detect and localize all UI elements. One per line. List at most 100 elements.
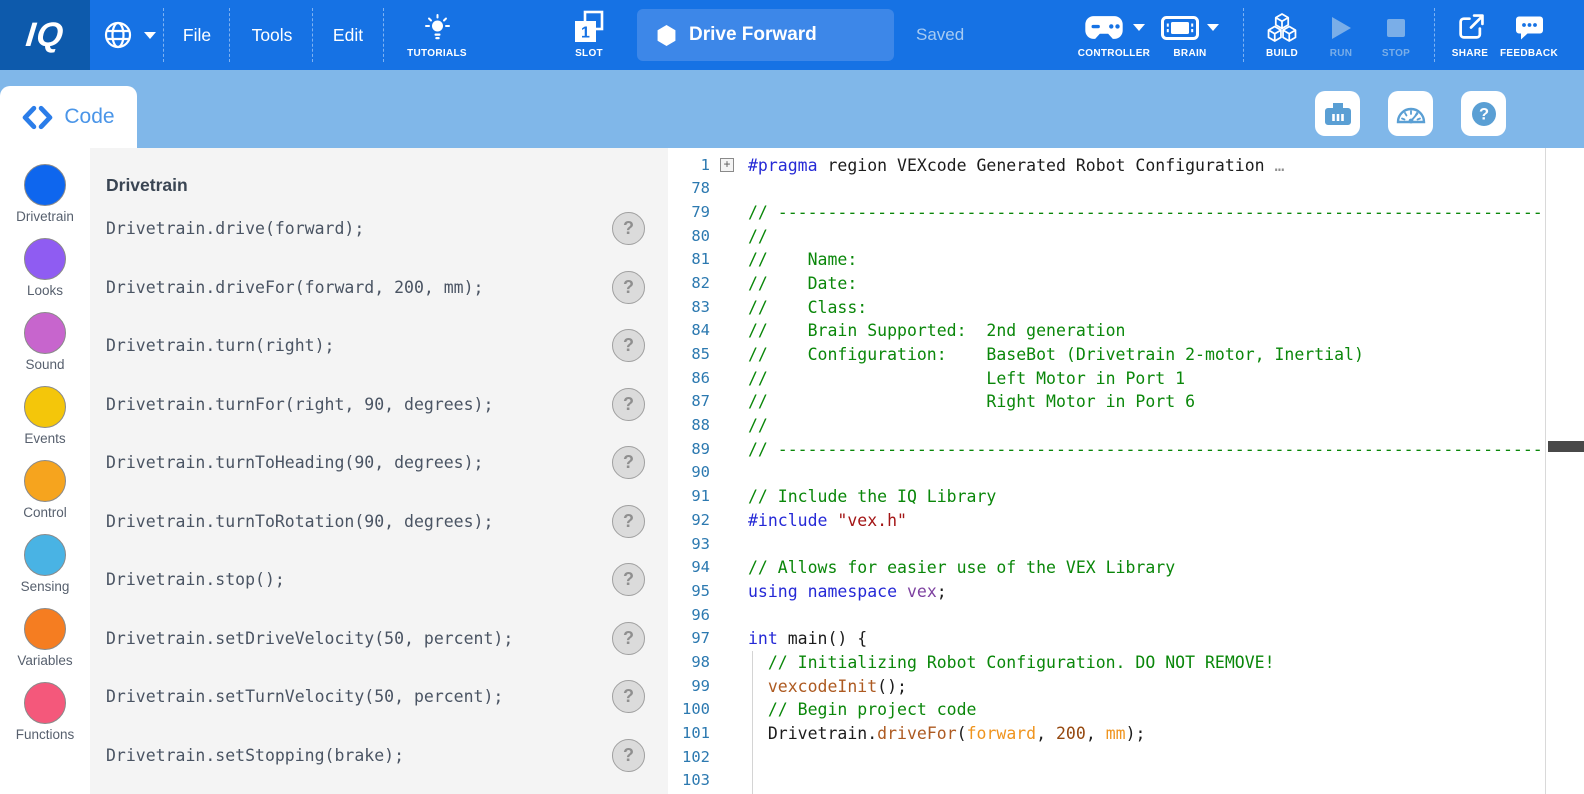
command-help-button[interactable]: ?: [612, 212, 645, 245]
code-text: // Include the IQ Library: [748, 485, 996, 509]
run-button[interactable]: RUN: [1312, 0, 1370, 70]
feedback-button[interactable]: FEEDBACK: [1496, 0, 1562, 70]
command-help-button[interactable]: ?: [612, 329, 645, 362]
project-name: Drive Forward: [689, 24, 817, 46]
code-text: // Name:: [748, 248, 857, 272]
line-number: 84: [668, 319, 710, 343]
code-line: 94 // Allows for easier use of the VEX Li…: [668, 556, 1545, 580]
code-text: //: [748, 414, 768, 438]
command-snippet[interactable]: Drivetrain.setStopping(brake);: [106, 746, 404, 765]
chevron-down-icon: [144, 32, 156, 39]
command-help-button[interactable]: ?: [612, 739, 645, 772]
code-editor[interactable]: 1+#pragma region VEXcode Generated Robot…: [668, 148, 1545, 794]
build-button[interactable]: BUILD: [1251, 0, 1313, 70]
category-control[interactable]: Control: [0, 460, 90, 534]
code-text: // Allows for easier use of the VEX Libr…: [748, 556, 1175, 580]
code-line: 88//: [668, 414, 1545, 438]
scrollbar-thumb[interactable]: [1548, 441, 1584, 452]
line-number: 95: [668, 580, 710, 604]
command-help-button[interactable]: ?: [612, 680, 645, 713]
category-sensing[interactable]: Sensing: [0, 534, 90, 608]
category-color-dot: [24, 238, 66, 280]
svg-text:?: ?: [1478, 105, 1488, 123]
separator: [1434, 8, 1435, 62]
command-help-button[interactable]: ?: [612, 446, 645, 479]
code-text: // -------------------------------------…: [748, 438, 1545, 462]
line-number: 79: [668, 201, 710, 225]
command-snippet[interactable]: Drivetrain.turn(right);: [106, 336, 334, 355]
command-snippet[interactable]: Drivetrain.turnToRotation(90, degrees);: [106, 512, 493, 531]
fold-toggle-icon[interactable]: +: [720, 158, 734, 172]
code-line: 99 vexcodeInit();: [668, 675, 1545, 699]
category-sidebar: DrivetrainLooksSound Events Control Sensing…: [0, 148, 90, 794]
category-label: Control: [23, 505, 67, 520]
command-help-button[interactable]: ?: [612, 622, 645, 655]
command-snippet[interactable]: Drivetrain.turnFor(right, 90, degrees);: [106, 395, 493, 414]
line-number: 89: [668, 438, 710, 462]
dashboard-button[interactable]: [1388, 91, 1433, 136]
device-info-button[interactable]: [1315, 91, 1360, 136]
app-logo-text: IQ: [24, 16, 66, 55]
code-line: 79 // -----------------------------------…: [668, 201, 1545, 225]
run-label: RUN: [1330, 48, 1353, 59]
code-text: #pragma region VEXcode Generated Robot C…: [748, 154, 1284, 178]
command-snippet[interactable]: Drivetrain.turnToHeading(90, degrees);: [106, 453, 484, 472]
code-text: //: [748, 225, 768, 249]
line-number: 80: [668, 225, 710, 249]
code-text: // -------------------------------------…: [748, 201, 1545, 225]
code-text: #include "vex.h": [748, 509, 907, 533]
category-events[interactable]: Events: [0, 386, 90, 460]
command-help-button[interactable]: ?: [612, 388, 645, 421]
code-text: vexcodeInit();: [748, 675, 907, 699]
tutorials-button[interactable]: TUTORIALS: [399, 0, 475, 70]
help-button[interactable]: ?: [1461, 91, 1506, 136]
code-line: 86// Left Motor in Port 1: [668, 367, 1545, 391]
menu-file[interactable]: File: [157, 0, 237, 70]
line-number: 91: [668, 485, 710, 509]
command-snippet[interactable]: Drivetrain.setTurnVelocity(50, percent);: [106, 687, 503, 706]
menu-edit[interactable]: Edit: [308, 0, 388, 70]
command-snippet[interactable]: Drivetrain.driveFor(forward, 200, mm);: [106, 278, 484, 297]
brain-button[interactable]: BRAIN: [1150, 0, 1230, 70]
controller-button[interactable]: CONTROLLER: [1071, 0, 1157, 70]
command-snippet[interactable]: Drivetrain.drive(forward);: [106, 219, 364, 238]
code-line: 100 // Begin project code: [668, 698, 1545, 722]
line-number: 94: [668, 556, 710, 580]
project-name-button[interactable]: Drive Forward: [637, 9, 894, 61]
code-line: 91 // Include the IQ Library: [668, 485, 1545, 509]
tab-code[interactable]: Code: [0, 86, 137, 148]
code-text: // Left Motor in Port 1: [748, 367, 1185, 391]
feedback-icon: [1515, 14, 1544, 41]
controller-icon: [1083, 14, 1125, 41]
command-snippet[interactable]: Drivetrain.stop();: [106, 570, 285, 589]
command-help-button[interactable]: ?: [612, 271, 645, 304]
share-button[interactable]: SHARE: [1440, 0, 1500, 70]
category-functions[interactable]: Functions: [0, 682, 90, 756]
editor-scrollbar[interactable]: [1545, 148, 1584, 794]
category-label: Sensing: [21, 579, 70, 594]
command-help-button[interactable]: ?: [612, 563, 645, 596]
question-icon: ?: [1469, 99, 1499, 129]
category-looks[interactable]: Looks: [0, 238, 90, 312]
line-number: 92: [668, 509, 710, 533]
category-drivetrain[interactable]: Drivetrain: [0, 164, 90, 238]
category-color-dot: [24, 386, 66, 428]
chevron-down-icon: [1133, 24, 1145, 31]
command-snippet[interactable]: Drivetrain.setDriveVelocity(50, percent)…: [106, 629, 513, 648]
category-variables[interactable]: Variables: [0, 608, 90, 682]
slot-button[interactable]: 1 SLOT: [559, 0, 619, 70]
code-line: 95using namespace vex;: [668, 580, 1545, 604]
category-sound[interactable]: Sound: [0, 312, 90, 386]
code-line: 101 Drivetrain.driveFor(forward, 200, mm…: [668, 722, 1545, 746]
stop-button[interactable]: STOP: [1367, 0, 1425, 70]
category-label: Events: [24, 431, 65, 446]
command-help-button[interactable]: ?: [612, 505, 645, 538]
separator: [312, 8, 313, 62]
stop-label: STOP: [1382, 48, 1410, 59]
line-number: 100: [668, 698, 710, 722]
language-button[interactable]: [100, 0, 156, 70]
code-line: 96: [668, 604, 1545, 628]
menu-tools[interactable]: Tools: [232, 0, 312, 70]
device-port-icon: [1323, 100, 1353, 128]
slot-label: SLOT: [575, 48, 603, 59]
